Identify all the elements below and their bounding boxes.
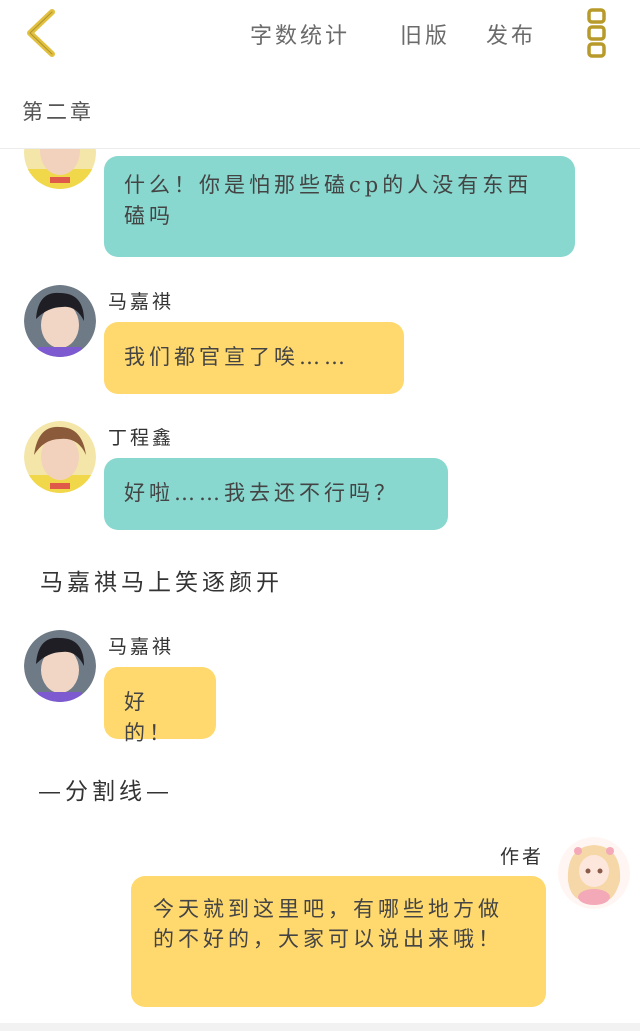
message-bubble: 我们都官宣了唉……	[104, 322, 404, 394]
avatar-ma-jiaqi	[24, 630, 96, 702]
publish-button[interactable]: 发布	[486, 18, 536, 50]
top-bar: 字数统计 旧版 发布	[0, 0, 640, 68]
speaker-name: 丁程鑫	[108, 427, 175, 449]
bottom-strip	[0, 1023, 640, 1031]
section-divider-text: —分割线—	[38, 779, 173, 805]
message-bubble: 什么！你是怕那些磕cp的人没有东西磕吗	[104, 156, 575, 257]
vertical-dots-icon	[587, 8, 606, 58]
chevron-left-icon	[27, 9, 55, 57]
more-menu-button[interactable]	[586, 7, 610, 59]
avatar-ding-chengxin	[24, 421, 96, 493]
old-version-button[interactable]: 旧版	[400, 18, 450, 50]
message-bubble: 今天就到这里吧，有哪些地方做的不好的，大家可以说出来哦！	[131, 876, 546, 1007]
chapter-title: 第二章	[22, 100, 94, 124]
speaker-name: 马嘉祺	[108, 291, 175, 313]
message-bubble: 好啦……我去还不行吗？	[104, 458, 448, 530]
message-bubble: 好的！	[104, 667, 216, 745]
speaker-name: 马嘉祺	[108, 636, 175, 658]
back-button[interactable]	[18, 8, 66, 58]
speaker-name: 作者	[500, 846, 545, 868]
avatar-ma-jiaqi	[24, 285, 96, 357]
narration-text: 马嘉祺马上笑逐颜开	[40, 570, 283, 596]
avatar-ding-chengxin	[24, 149, 96, 189]
avatar-author	[558, 837, 630, 909]
chat-area[interactable]: 什么！你是怕那些磕cp的人没有东西磕吗 马嘉祺 我们都官宣了唉…… 丁程鑫 好啦…	[0, 149, 640, 1023]
word-count-button[interactable]: 字数统计	[250, 18, 350, 50]
